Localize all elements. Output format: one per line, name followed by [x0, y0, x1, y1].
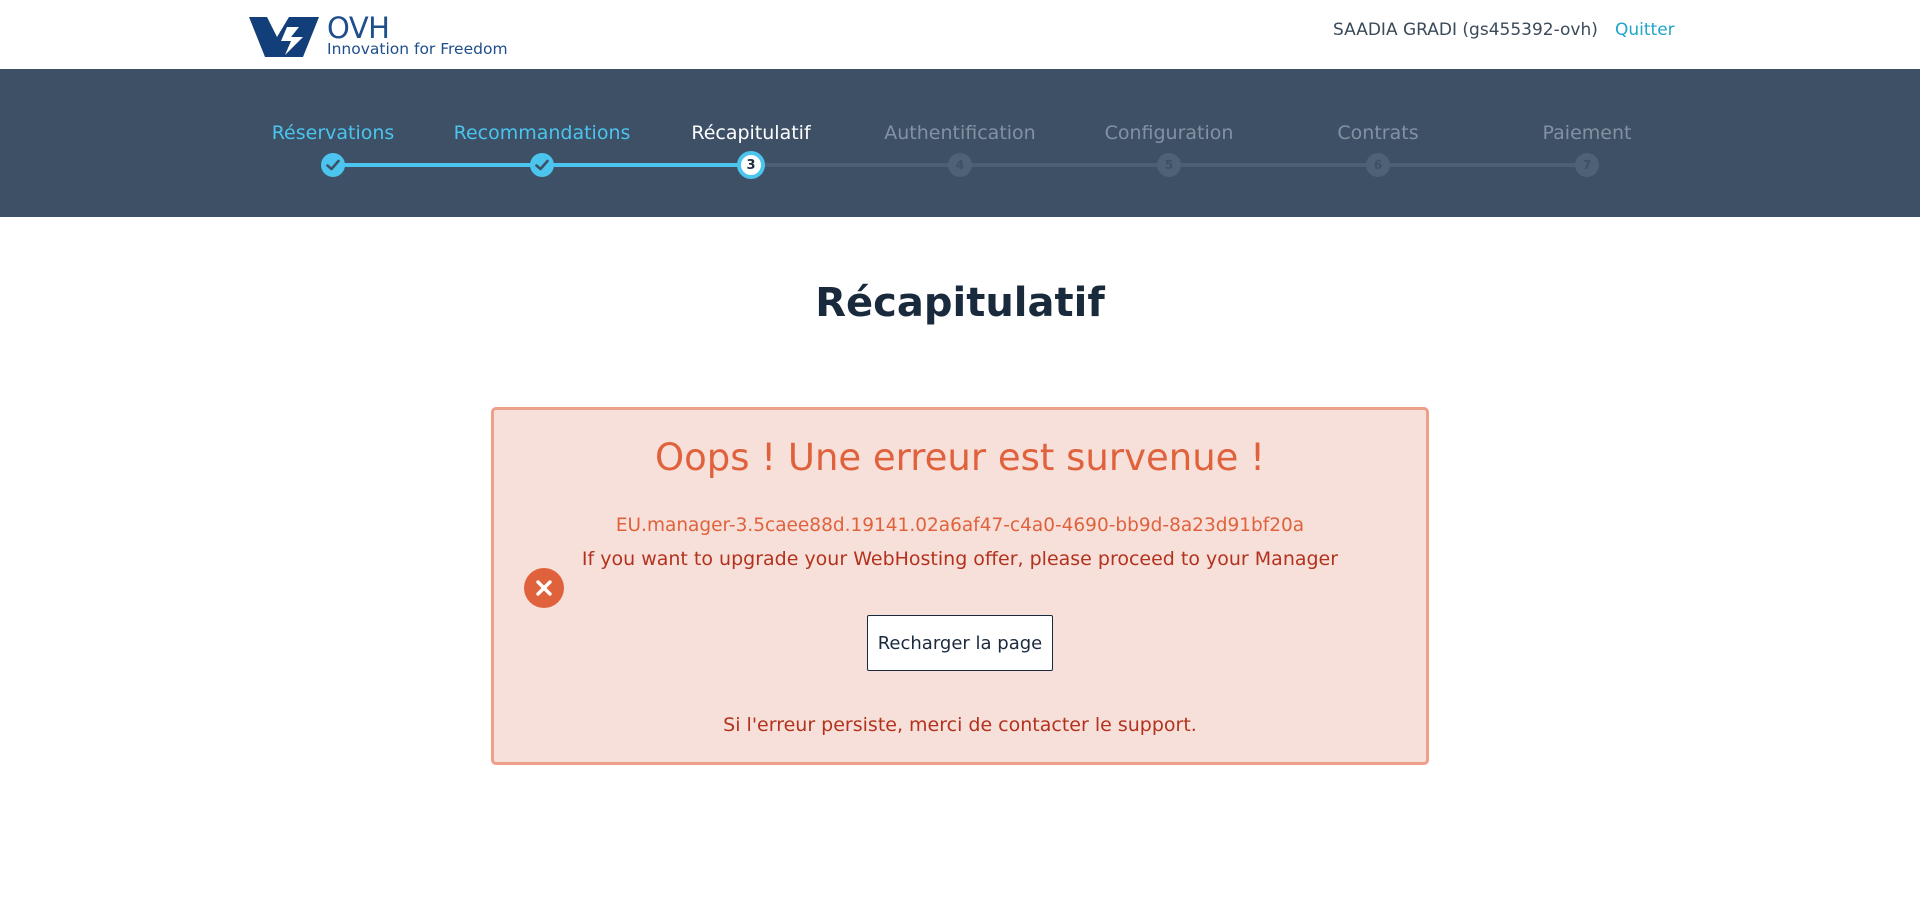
ovh-logo[interactable]: OVH Innovation for Freedom: [247, 11, 508, 62]
step-label-recommandations[interactable]: Recommandations: [442, 122, 642, 144]
error-alert: Oops ! Une erreur est survenue ! EU.mana…: [491, 407, 1429, 765]
step-number-marker: 7: [1575, 153, 1599, 177]
step-number-marker: 4: [948, 153, 972, 177]
error-title: Oops ! Une erreur est survenue !: [654, 436, 1265, 479]
step-current-marker: 3: [737, 151, 765, 179]
reload-page-button[interactable]: Recharger la page: [867, 615, 1053, 671]
step-label-authentification: Authentification: [884, 122, 1036, 144]
ovh-logo-icon: [249, 17, 319, 57]
step-checkmark-icon[interactable]: [530, 153, 554, 177]
error-x-icon: [524, 568, 564, 608]
step-label-paiement: Paiement: [1542, 122, 1632, 144]
quit-link[interactable]: Quitter: [1615, 20, 1675, 40]
page-title: Récapitulatif: [815, 280, 1105, 326]
step-number-marker: 5: [1157, 153, 1181, 177]
top-header: OVH Innovation for Freedom SAADIA GRADI …: [0, 0, 1920, 69]
support-message: Si l'erreur persiste, merci de contacter…: [723, 714, 1197, 736]
order-stepper: Réservations Recommandations Récapitulat…: [0, 69, 1920, 217]
step-label-contrats: Contrats: [1337, 122, 1419, 144]
step-checkmark-icon[interactable]: [321, 153, 345, 177]
error-code: EU.manager-3.5caee88d.19141.02a6af47-c4a…: [615, 515, 1305, 536]
logo-tagline: Innovation for Freedom: [327, 40, 508, 58]
error-message: If you want to upgrade your WebHosting o…: [581, 548, 1339, 570]
step-number-marker: 6: [1366, 153, 1390, 177]
step-label-configuration: Configuration: [1104, 122, 1234, 144]
step-label-reservations[interactable]: Réservations: [233, 122, 433, 144]
user-account-label: SAADIA GRADI (gs455392-ovh): [1333, 20, 1598, 40]
step-label-recapitulatif: Récapitulatif: [691, 122, 811, 144]
